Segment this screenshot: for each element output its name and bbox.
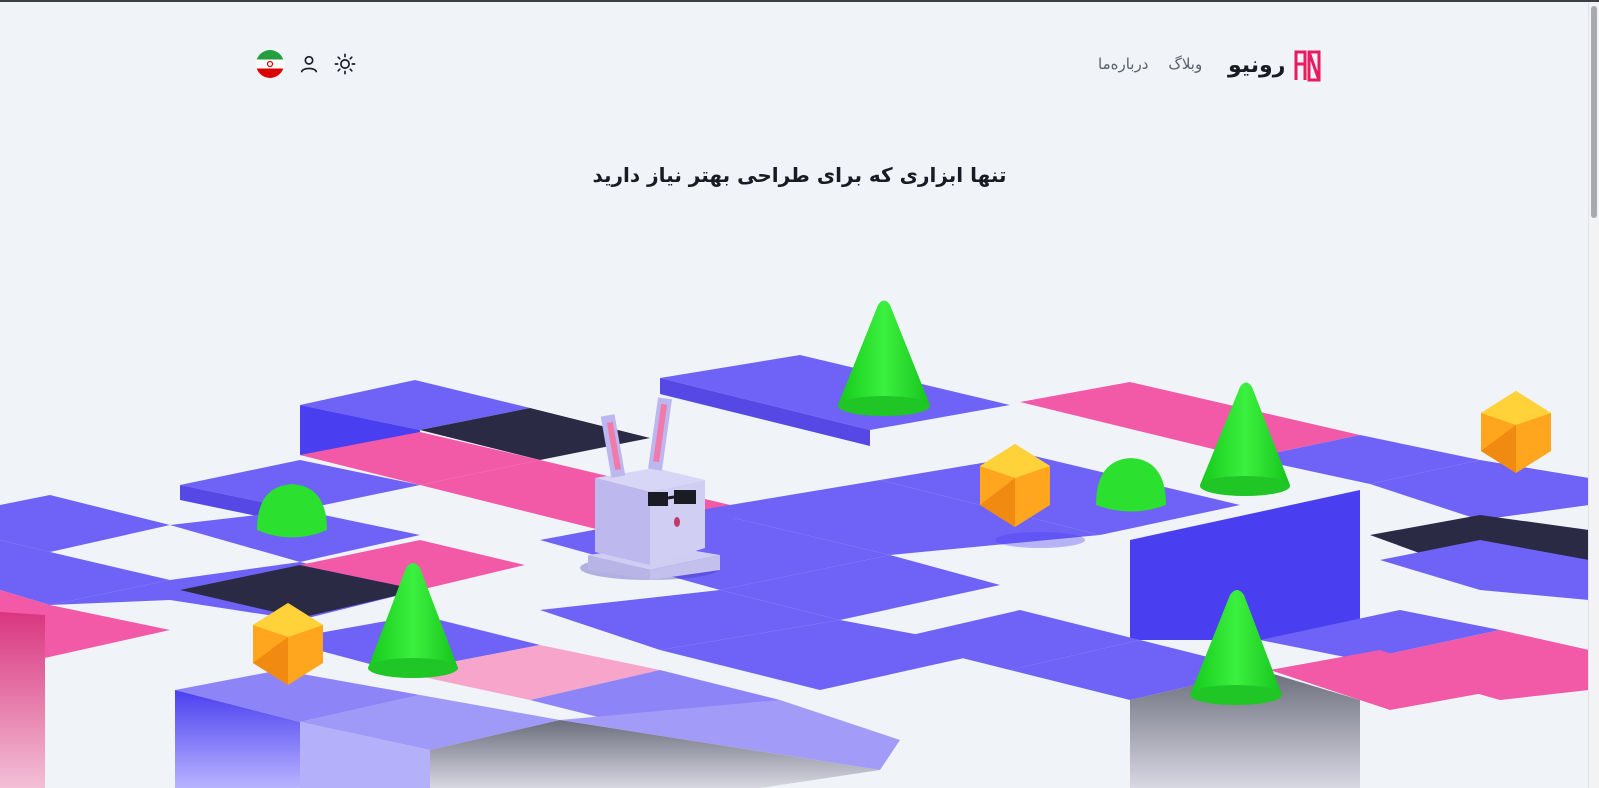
user-icon[interactable] <box>298 53 320 75</box>
scrollbar-thumb[interactable] <box>1591 6 1597 218</box>
hero-title: تنها ابزاری که برای طراحی بهتر نیاز داری… <box>592 163 1007 187</box>
brand[interactable]: رونیو <box>1228 48 1323 82</box>
iran-flag-icon[interactable] <box>256 50 284 78</box>
brand-logo-icon <box>1294 50 1321 82</box>
header-tools <box>256 50 356 78</box>
main-nav: وبلاگ درباره‌ما <box>1098 55 1202 73</box>
isometric-game-illustration <box>0 300 1589 788</box>
site-header: رونیو وبلاگ درباره‌ما <box>0 0 1589 130</box>
scrollbar[interactable] <box>1588 2 1599 788</box>
nav-item-blog[interactable]: وبلاگ <box>1168 55 1202 73</box>
bunny-character <box>580 397 720 580</box>
brand-name: رونیو <box>1228 52 1286 78</box>
nav-item-about[interactable]: درباره‌ما <box>1098 55 1148 73</box>
sun-icon[interactable] <box>334 53 356 75</box>
